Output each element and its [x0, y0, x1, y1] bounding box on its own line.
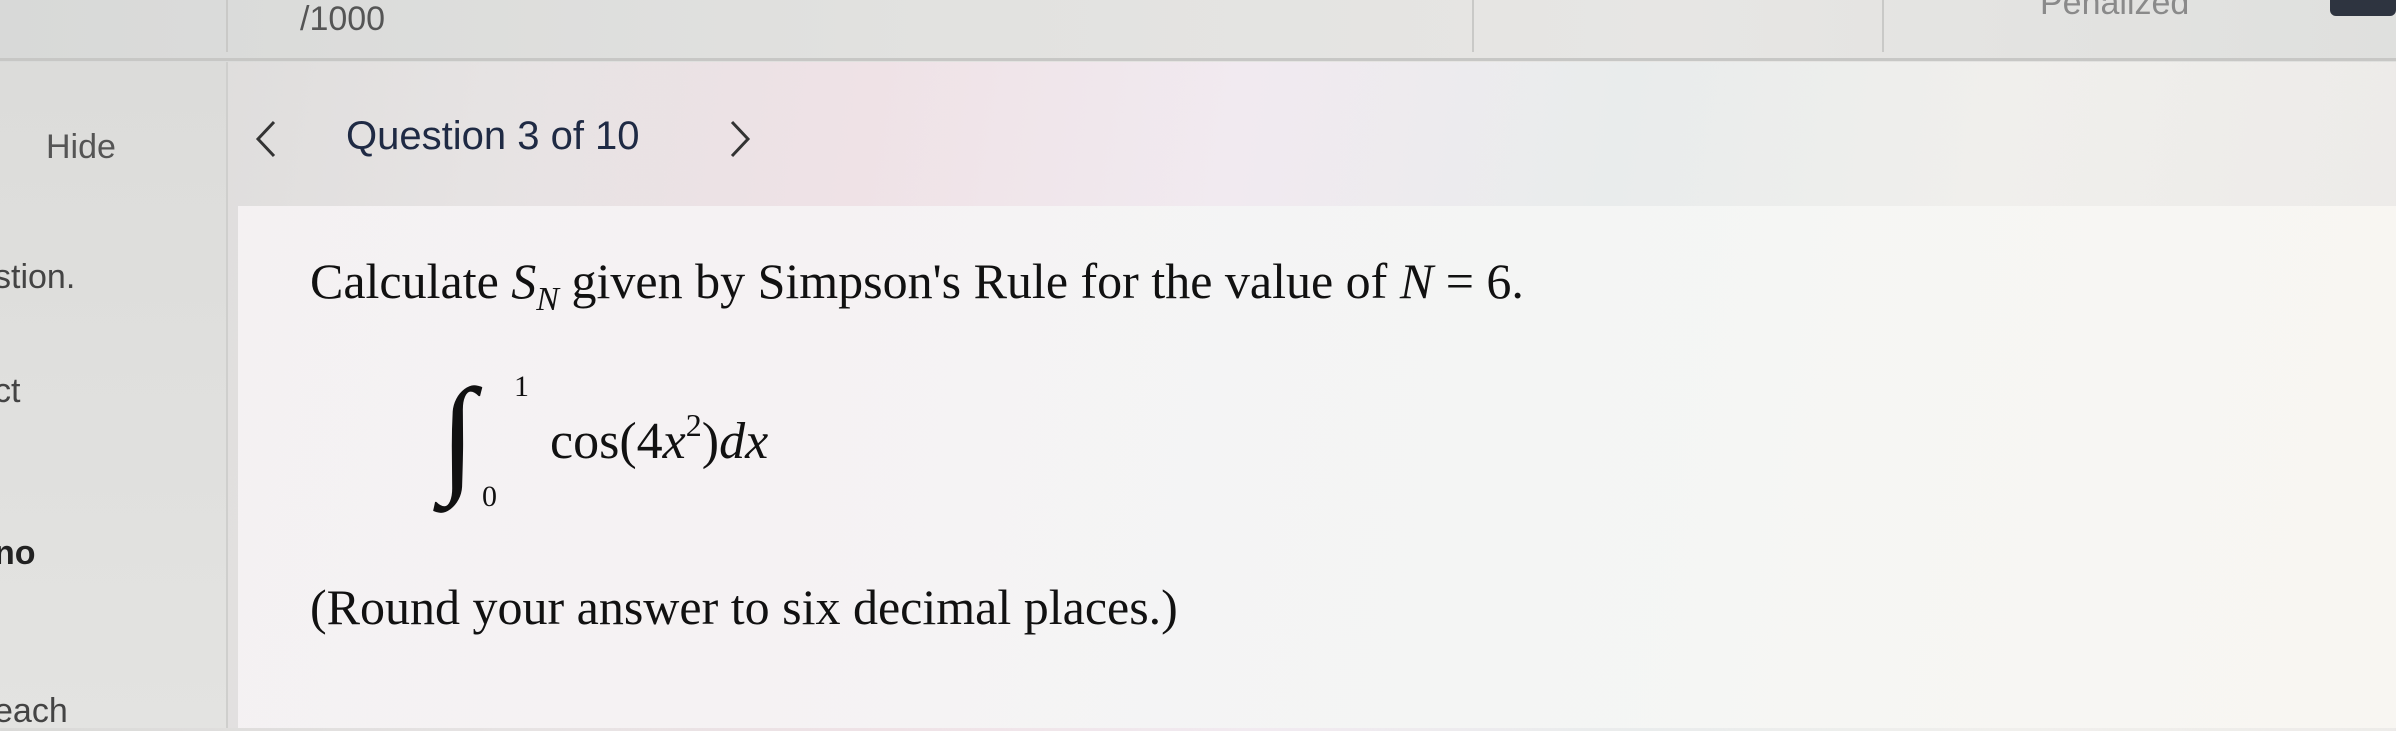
points-total: /1000: [300, 0, 386, 38]
header-button[interactable]: [2330, 0, 2396, 16]
prompt-text: Calculate: [310, 253, 512, 309]
column-divider: [1472, 0, 1474, 52]
sidebar-text-fragment: ct: [0, 372, 21, 410]
math-symbol-n: N: [1399, 253, 1434, 309]
math-subscript-n: N: [536, 281, 559, 318]
penalized-label: Penalized: [2040, 0, 2190, 22]
argument-open: (4: [619, 413, 663, 470]
header-divider: [0, 58, 2396, 61]
sidebar-text-fragment: stion.: [0, 258, 76, 296]
integrand: cos(4x2)dx: [550, 407, 769, 471]
argument-close: ): [701, 413, 720, 470]
sidebar-text-fragment: no: [0, 534, 36, 572]
column-divider: [226, 0, 228, 52]
sidebar-text-fragment: each: [0, 692, 68, 730]
math-symbol-s: S: [511, 253, 537, 309]
question-prompt: Calculate SN given by Simpson's Rule for…: [310, 252, 1524, 318]
integral-expression: ∫ 1 0 cos(4x2)dx: [440, 370, 860, 520]
next-question-button[interactable]: [720, 114, 760, 164]
variable: x: [662, 413, 686, 470]
chevron-right-icon: [730, 120, 751, 158]
hide-sidebar-button[interactable]: Hide: [46, 128, 116, 167]
previous-question-button[interactable]: [246, 114, 286, 164]
exponent: 2: [685, 407, 702, 443]
rounding-instruction: (Round your answer to six decimal places…: [310, 579, 1178, 635]
prompt-text: given by Simpson's Rule for the value of: [558, 253, 1400, 309]
differential: dx: [719, 413, 769, 470]
top-status-bar: /1000 Penalized: [0, 0, 2396, 62]
chevron-left-icon: [255, 120, 276, 158]
sidebar-divider: [226, 62, 228, 728]
integral-lower-limit: 0: [482, 480, 497, 513]
column-divider: [1882, 0, 1884, 52]
integral-upper-limit: 1: [514, 370, 529, 403]
question-title: Question 3 of 10: [346, 114, 640, 158]
prompt-text: = 6.: [1433, 253, 1524, 309]
integral-sign-icon: ∫: [440, 363, 476, 507]
function-name: cos: [550, 413, 620, 470]
